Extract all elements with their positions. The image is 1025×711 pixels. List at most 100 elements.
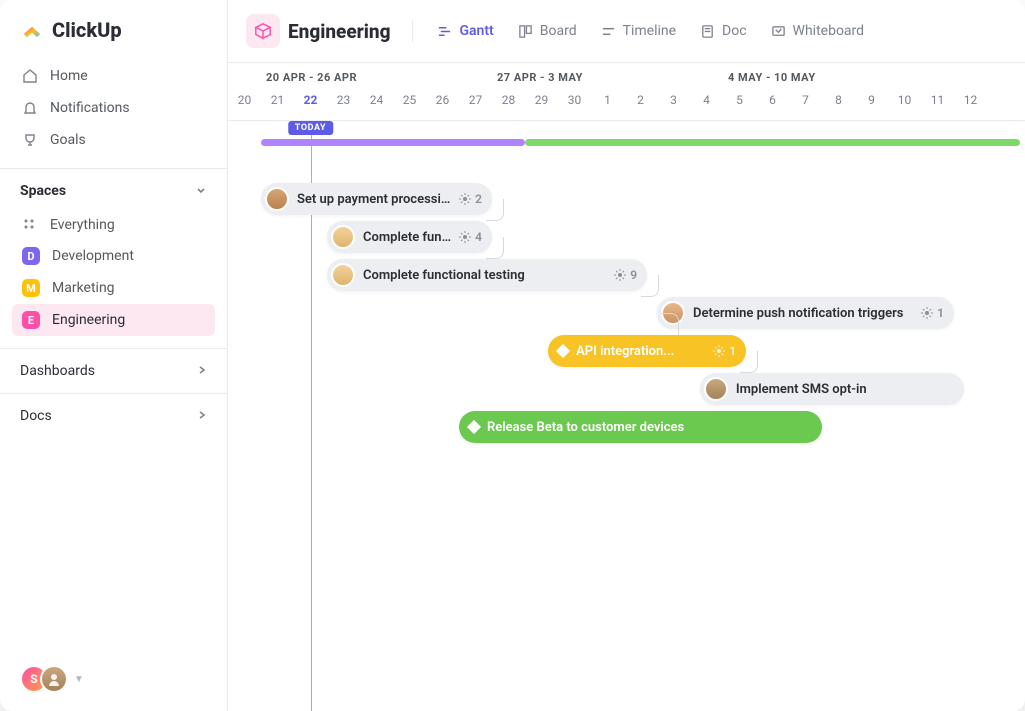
section-label: Docs: [20, 408, 52, 424]
trophy-icon: [22, 132, 38, 148]
dependency-line: [740, 351, 758, 373]
presence-avatar[interactable]: [40, 665, 68, 693]
task-meta[interactable]: 2: [459, 192, 482, 206]
day-cell[interactable]: 23: [327, 93, 360, 107]
day-cell[interactable]: 8: [822, 93, 855, 107]
day-cell[interactable]: 22: [294, 93, 327, 107]
task-meta[interactable]: 1: [921, 306, 944, 320]
view-tab-timeline[interactable]: Timeline: [591, 17, 686, 45]
task-label: Complete functional testing: [363, 268, 606, 283]
space-everything[interactable]: Everything: [12, 210, 215, 240]
assignee-avatar[interactable]: [704, 377, 728, 401]
presence-bar[interactable]: S ▼: [0, 647, 227, 711]
progress-segment: [261, 139, 525, 146]
day-cell[interactable]: 21: [261, 93, 294, 107]
dependency-line: [486, 199, 504, 221]
space-item-development[interactable]: D Development: [12, 240, 215, 272]
gantt-task[interactable]: Determine push notification triggers 1: [657, 297, 954, 329]
sidebar: ClickUp Home Notifications Goals Spaces: [0, 0, 228, 711]
task-label: Determine push notification triggers: [693, 306, 913, 321]
nav-label: Notifications: [50, 100, 130, 116]
view-label: Gantt: [459, 23, 493, 39]
section-label: Dashboards: [20, 363, 95, 379]
chevron-down-icon: [195, 181, 207, 200]
day-cell[interactable]: 9: [855, 93, 888, 107]
day-cell[interactable]: 3: [657, 93, 690, 107]
assignee-avatar[interactable]: [331, 263, 355, 287]
board-icon: [518, 24, 533, 39]
task-label: Set up payment processing: [297, 192, 451, 207]
view-tab-gantt[interactable]: Gantt: [427, 17, 503, 45]
view-label: Timeline: [623, 23, 676, 39]
day-cell[interactable]: 12: [954, 93, 987, 107]
space-item-marketing[interactable]: MMarketing: [12, 272, 215, 304]
task-label: API integration...: [576, 344, 705, 359]
day-cell[interactable]: 10: [888, 93, 921, 107]
view-label: Doc: [722, 23, 747, 39]
nav-notifications[interactable]: Notifications: [12, 92, 215, 124]
primary-nav: Home Notifications Goals: [0, 56, 227, 168]
day-cell[interactable]: 6: [756, 93, 789, 107]
day-cell[interactable]: 20: [228, 93, 261, 107]
day-cell[interactable]: 11: [921, 93, 954, 107]
space-label: Development: [52, 248, 134, 264]
chevron-right-icon: [197, 408, 207, 424]
space-item-engineering[interactable]: E Engineering: [12, 304, 215, 336]
task-meta[interactable]: 9: [614, 268, 637, 282]
dashboards-section[interactable]: Dashboards: [0, 348, 227, 393]
bell-icon: [22, 100, 38, 116]
view-tab-doc[interactable]: Doc: [690, 17, 757, 45]
subtask-count: 1: [729, 344, 736, 358]
week-label: 27 APR - 3 MAY: [497, 71, 583, 84]
day-cell[interactable]: 24: [360, 93, 393, 107]
nav-label: Goals: [50, 132, 86, 148]
docs-section[interactable]: Docs: [0, 393, 227, 438]
day-cell[interactable]: 30: [558, 93, 591, 107]
task-meta[interactable]: 1: [713, 344, 736, 358]
gantt-task[interactable]: Implement SMS opt-in: [700, 373, 964, 405]
day-cell[interactable]: 2: [624, 93, 657, 107]
doc-icon: [700, 24, 715, 39]
gantt-area[interactable]: TODAYSet up payment processing2Complete …: [228, 121, 1025, 711]
gantt-task[interactable]: Complete functional testing 9: [327, 259, 647, 291]
task-label: Implement SMS opt-in: [736, 382, 964, 397]
gantt-task[interactable]: Set up payment processing 2: [261, 183, 492, 215]
main-area: Engineering GanttBoardTimelineDocWhitebo…: [228, 0, 1025, 711]
space-badge: D: [22, 247, 40, 265]
view-label: Whiteboard: [793, 23, 865, 39]
view-tab-whiteboard[interactable]: Whiteboard: [761, 17, 875, 45]
brand-name: ClickUp: [52, 18, 122, 42]
day-cell[interactable]: 1: [591, 93, 624, 107]
day-cell[interactable]: 26: [426, 93, 459, 107]
spaces-title: Spaces: [20, 183, 66, 199]
task-label: Release Beta to customer devices: [487, 420, 822, 435]
space-label: Engineering: [52, 312, 125, 328]
brand-logo[interactable]: ClickUp: [0, 0, 227, 56]
view-tab-board[interactable]: Board: [508, 17, 587, 45]
day-cell[interactable]: 4: [690, 93, 723, 107]
home-icon: [22, 68, 38, 84]
gantt-task[interactable]: Complete functio...4: [327, 221, 492, 253]
milestone-icon: [467, 420, 481, 434]
day-cell[interactable]: 27: [459, 93, 492, 107]
day-cell[interactable]: 7: [789, 93, 822, 107]
chevron-right-icon: [197, 363, 207, 379]
nav-home[interactable]: Home: [12, 60, 215, 92]
nav-label: Home: [50, 68, 88, 84]
assignee-avatar[interactable]: [331, 225, 355, 249]
gantt-task[interactable]: Release Beta to customer devices: [459, 411, 822, 443]
gantt-task[interactable]: API integration... 1: [548, 335, 746, 367]
progress-segment: [525, 139, 1020, 146]
task-meta[interactable]: 4: [459, 230, 482, 244]
day-cell[interactable]: 29: [525, 93, 558, 107]
space-badge: E: [22, 311, 40, 329]
space-chip[interactable]: [246, 14, 280, 48]
day-cell[interactable]: 25: [393, 93, 426, 107]
day-cell[interactable]: 28: [492, 93, 525, 107]
assignee-avatar[interactable]: [265, 187, 289, 211]
nav-goals[interactable]: Goals: [12, 124, 215, 156]
spaces-header[interactable]: Spaces: [0, 168, 227, 210]
week-label: 4 MAY - 10 MAY: [728, 71, 816, 84]
day-cell[interactable]: 5: [723, 93, 756, 107]
timeline-header: 20 APR - 26 APR27 APR - 3 MAY4 MAY - 10 …: [228, 63, 1025, 121]
